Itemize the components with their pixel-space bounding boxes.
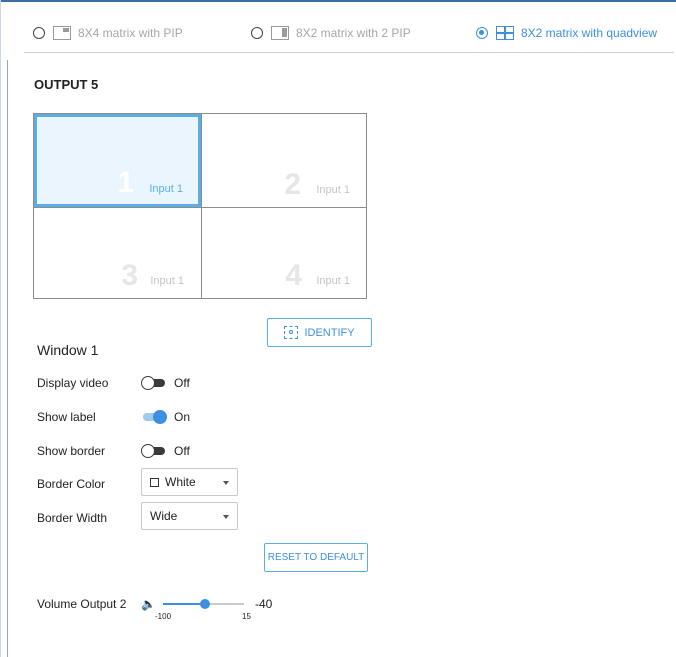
slider-thumb[interactable] xyxy=(200,599,210,609)
window-left-edge xyxy=(0,0,1,657)
two-pip-layout-icon xyxy=(271,26,289,40)
identify-button-label: IDENTIFY xyxy=(304,326,355,339)
layout-mode-label: 8X4 matrix with PIP xyxy=(78,26,183,40)
chevron-down-icon xyxy=(223,515,229,519)
border-color-select[interactable]: White xyxy=(141,468,238,496)
reset-to-default-button[interactable]: RESET TO DEFAULT xyxy=(264,543,368,572)
quadview-grid: 1 Input 1 2 Input 1 3 Input 1 4 Input 1 xyxy=(33,113,367,299)
window-input-label: Input 1 xyxy=(149,183,183,195)
radio-button[interactable] xyxy=(251,27,263,39)
show-border-label: Show border xyxy=(37,444,106,458)
volume-max-label: 15 xyxy=(242,612,251,621)
show-label-toggle[interactable] xyxy=(141,410,167,424)
show-border-toggle[interactable] xyxy=(141,444,167,458)
show-border-state: Off xyxy=(174,444,190,458)
show-label-state: On xyxy=(174,410,191,424)
layout-mode-selector: 8X4 matrix with PIP 8X2 matrix with 2 PI… xyxy=(24,18,674,53)
toggle-knob xyxy=(141,444,155,458)
quadview-layout-icon xyxy=(496,26,514,40)
window-number: 4 xyxy=(285,259,302,292)
window-number: 2 xyxy=(284,168,301,201)
display-video-state: Off xyxy=(174,376,190,390)
layout-mode-8x4-pip[interactable]: 8X4 matrix with PIP xyxy=(33,26,183,40)
output-title: OUTPUT 5 xyxy=(34,77,99,92)
window-number: 1 xyxy=(117,166,134,199)
toggle-knob xyxy=(153,410,167,424)
layout-mode-label: 8X2 matrix with quadview xyxy=(521,26,658,40)
quad-window-4[interactable]: 4 Input 1 xyxy=(201,207,366,298)
border-color-label: Border Color xyxy=(37,477,106,491)
volume-value: -40 xyxy=(255,597,273,611)
volume-min-label: -100 xyxy=(155,612,172,621)
display-video-label: Display video xyxy=(37,376,109,390)
color-swatch-icon xyxy=(150,477,159,487)
layout-mode-8x2-2pip[interactable]: 8X2 matrix with 2 PIP xyxy=(251,26,411,40)
window-input-label: Input 1 xyxy=(316,275,350,287)
layout-mode-8x2-quadview[interactable]: 8X2 matrix with quadview xyxy=(476,26,657,40)
border-width-value: Wide xyxy=(150,509,178,523)
content-left-border xyxy=(7,60,8,657)
identify-button[interactable]: IDENTIFY xyxy=(267,318,372,347)
border-width-select[interactable]: Wide xyxy=(141,502,238,530)
identify-icon xyxy=(284,326,299,339)
radio-button[interactable] xyxy=(33,27,45,39)
display-video-toggle[interactable] xyxy=(141,376,167,390)
quad-window-2[interactable]: 2 Input 1 xyxy=(201,114,366,207)
toggle-knob xyxy=(141,376,155,390)
show-label-label: Show label xyxy=(37,410,96,424)
quad-window-1[interactable]: 1 Input 1 xyxy=(34,114,201,207)
quad-window-3[interactable]: 3 Input 1 xyxy=(34,207,201,298)
border-color-value: White xyxy=(165,475,196,489)
radio-button-selected[interactable] xyxy=(476,27,488,39)
volume-slider[interactable] xyxy=(163,598,244,610)
layout-mode-label: 8X2 matrix with 2 PIP xyxy=(296,26,411,40)
volume-label: Volume Output 2 xyxy=(37,597,127,611)
select-value: Wide xyxy=(150,509,177,523)
border-width-label: Border Width xyxy=(37,511,108,525)
select-value: White xyxy=(150,475,196,489)
window-input-label: Input 1 xyxy=(150,275,184,287)
window-settings-title: Window 1 xyxy=(37,342,99,358)
slider-fill xyxy=(163,603,205,605)
window-input-label: Input 1 xyxy=(316,184,350,196)
speaker-icon[interactable]: 🔈 xyxy=(141,597,156,611)
window-top-border xyxy=(0,0,676,2)
window-number: 3 xyxy=(121,259,138,292)
pip-layout-icon xyxy=(53,26,71,40)
chevron-down-icon xyxy=(223,481,229,485)
